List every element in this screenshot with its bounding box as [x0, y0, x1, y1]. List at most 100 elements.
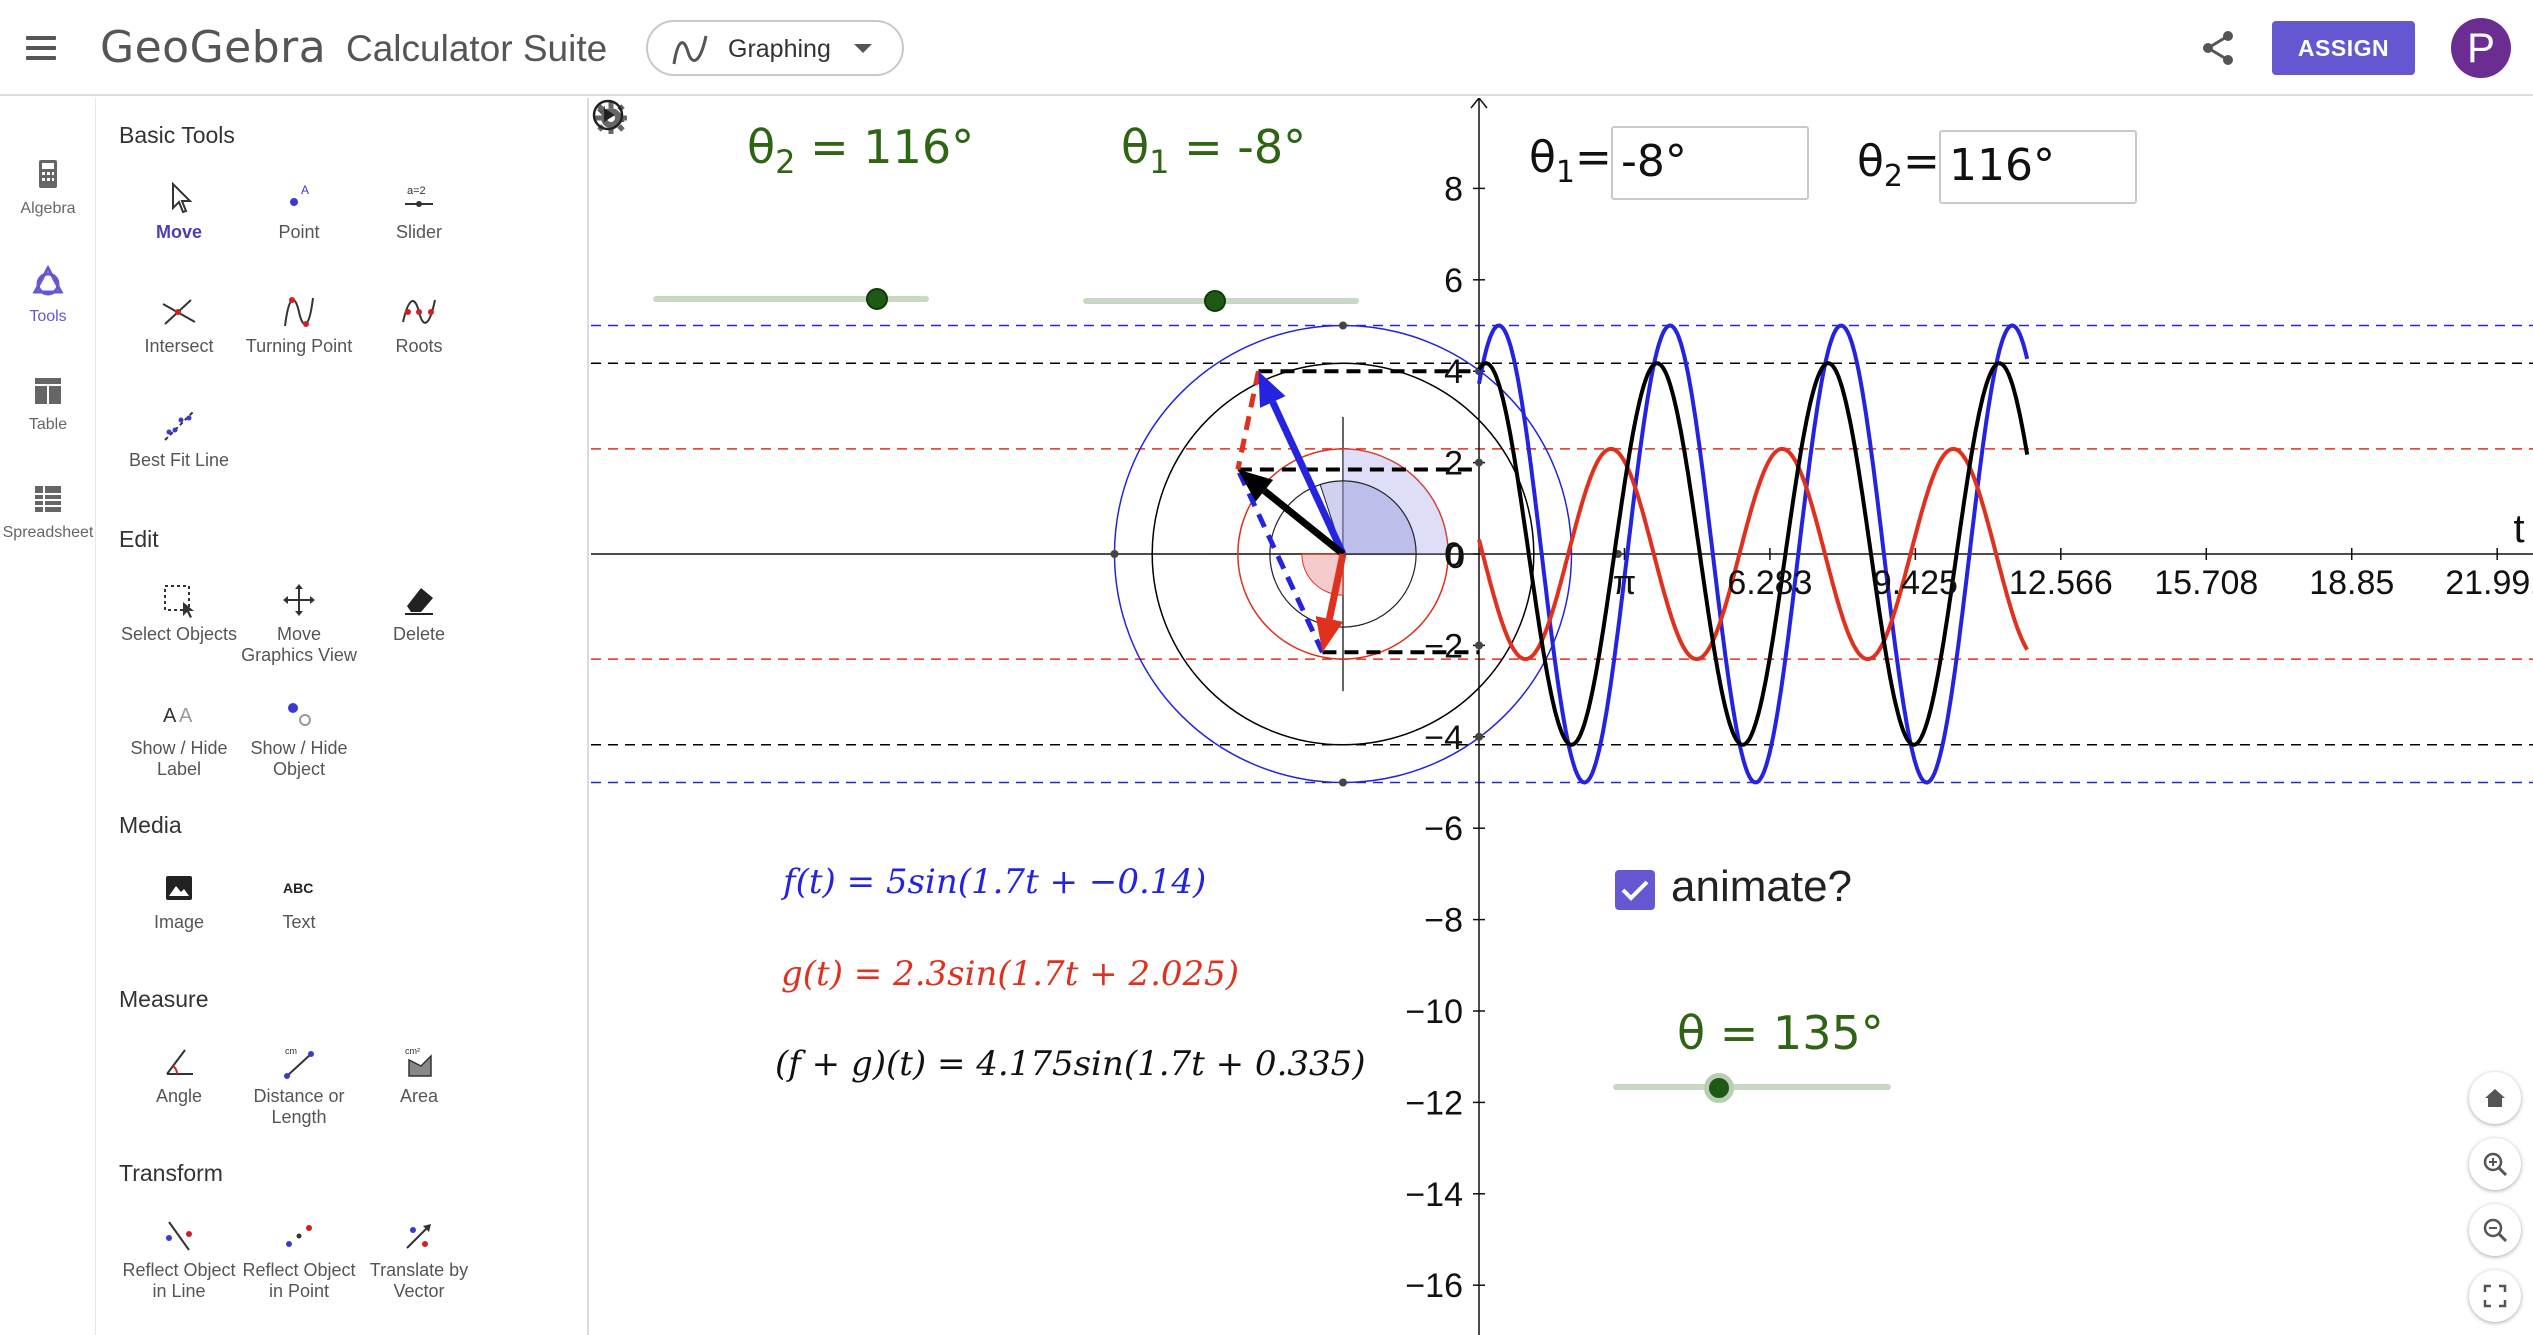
tool-reflect-in-line[interactable]: Reflect Object in Line [119, 1216, 239, 1302]
rail-item-spreadsheet[interactable]: Spreadsheet [0, 478, 96, 568]
slider-theta2-knob[interactable] [865, 288, 888, 310]
point [1339, 321, 1347, 330]
slider-theta2-subscript: 2 [775, 143, 796, 182]
rail-item-algebra[interactable]: Algebra [0, 154, 96, 244]
tool-slider[interactable]: a=2 Slider [359, 178, 479, 243]
graphics-view[interactable]: 8 6 4 2 0 −2 −4 −6 −8 −10 −12 −14 −16 π 6.283 9.425 12.5… [591, 98, 2533, 1335]
y-tick-label: −14 [1405, 1176, 1463, 1214]
input-theta1-symbol: θ [1529, 132, 1556, 183]
y-tick-label: −6 [1424, 810, 1463, 848]
fullscreen-icon [2483, 1284, 2507, 1308]
tool-intersect[interactable]: Intersect [119, 292, 239, 357]
tool-show-hide-label[interactable]: AA Show / Hide Label [119, 694, 239, 780]
tool-label: Roots [395, 336, 443, 356]
tool-label: Move [155, 222, 202, 242]
tool-turning-point[interactable]: Turning Point [239, 292, 359, 357]
home-view-button[interactable] [2469, 1072, 2521, 1124]
tools-panel: Basic Tools Move A Point a=2 Slider Inte… [97, 98, 669, 1335]
translated-g-vector [1235, 370, 1261, 470]
side-rail: Algebra Tools Table Spreadsheet [0, 98, 96, 1335]
y-tick-label: −10 [1405, 993, 1463, 1031]
move-arrows-icon [283, 584, 315, 616]
app-picker-dropdown[interactable]: Graphing [646, 20, 904, 76]
zoom-in-icon [2483, 1152, 2508, 1177]
eraser-icon [405, 588, 433, 615]
home-icon [2485, 1089, 2505, 1107]
geogebra-logo: GeoGebra [100, 22, 327, 73]
tool-best-fit-line[interactable]: Best Fit Line [119, 406, 239, 471]
zoom-in-button[interactable] [2469, 1138, 2521, 1190]
tool-distance-or-length[interactable]: cm Distance or Length [239, 1042, 359, 1128]
tool-translate-by-vector[interactable]: Translate by Vector [359, 1216, 479, 1302]
calculator-icon [39, 160, 57, 188]
x-tick-label: 18.85 [2309, 564, 2394, 602]
tool-reflect-in-point[interactable]: Reflect Object in Point [239, 1216, 359, 1302]
svg-text:a=2: a=2 [407, 185, 426, 197]
input-theta2-symbol: θ [1857, 136, 1884, 187]
slider-theta1-label: θ1 = -8° [1121, 120, 1306, 181]
point [1475, 458, 1483, 467]
tool-label: Angle [155, 1086, 203, 1106]
y-tick-label: −12 [1405, 1084, 1463, 1122]
graphing-icon [672, 35, 708, 65]
show-hide-object-icon [288, 703, 311, 726]
tool-delete[interactable]: Delete [359, 580, 479, 645]
section-title-edit: Edit [119, 526, 159, 552]
input-theta1-field[interactable]: -8° [1611, 126, 1809, 200]
svg-text:cm²: cm² [405, 1046, 420, 1056]
tool-image[interactable]: Image [119, 868, 239, 933]
tool-move-graphics-view[interactable]: Move Graphics View [239, 580, 359, 666]
y-tick-label: 2 [1444, 445, 1463, 483]
input-theta2-subscript: 2 [1883, 158, 1904, 194]
slider-theta2-track[interactable] [653, 296, 929, 302]
tool-select-objects[interactable]: Select Objects [119, 580, 239, 645]
app-header: GeoGebra Calculator Suite Graphing ASSIG… [0, 0, 2533, 96]
point [1475, 641, 1483, 650]
fullscreen-button[interactable] [2469, 1270, 2521, 1322]
y-tick-label: 6 [1444, 262, 1463, 300]
graphics-canvas[interactable]: 8 6 4 2 0 −2 −4 −6 −8 −10 −12 −14 −16 π 6.283 9.425 12.5… [591, 98, 2533, 1335]
user-avatar[interactable]: P [2451, 18, 2511, 78]
input-theta1-label: θ1= [1529, 132, 1612, 190]
tool-angle[interactable]: Angle [119, 1042, 239, 1107]
chevron-down-icon [854, 44, 872, 53]
assign-button[interactable]: ASSIGN [2272, 21, 2415, 75]
distance-icon: cm [284, 1046, 314, 1079]
hamburger-menu-icon[interactable] [26, 30, 56, 66]
point [1339, 778, 1347, 787]
input-theta2-equals: = [1903, 136, 1940, 187]
rail-label-table: Table [28, 416, 68, 433]
rail-item-tools[interactable]: Tools [0, 262, 96, 352]
slider-theta2-label: θ2 = 116° [747, 120, 974, 181]
slider-theta1-symbol: θ [1121, 120, 1150, 174]
tool-label: Show / Hide Label [130, 738, 228, 779]
tool-label: Reflect Object in Line [122, 1260, 236, 1301]
x-tick-label: 12.566 [2009, 564, 2113, 602]
tool-label: Reflect Object in Point [242, 1260, 356, 1301]
y-tick-label: −4 [1424, 719, 1463, 757]
tool-text[interactable]: ABC Text [239, 868, 359, 933]
tool-roots[interactable]: Roots [359, 292, 479, 357]
animate-checkbox[interactable] [1615, 870, 1655, 910]
slider-theta-track[interactable] [1613, 1084, 1891, 1090]
zoom-out-button[interactable] [2469, 1204, 2521, 1256]
app-picker-label: Graphing [728, 35, 831, 63]
tool-point[interactable]: A Point [239, 178, 359, 243]
vector-f-shaft [1269, 400, 1347, 556]
slider-icon: a=2 [405, 185, 433, 207]
input-theta2-field[interactable]: 116° [1939, 130, 2137, 204]
reflect-point-icon [286, 1225, 312, 1247]
share-icon[interactable] [2198, 28, 2238, 68]
reflect-line-icon [166, 1221, 192, 1251]
slider-theta2-value: = 116° [810, 120, 975, 174]
play-animation-icon[interactable] [591, 98, 625, 132]
slider-theta-knob[interactable] [1703, 1073, 1734, 1103]
x-tick-label: 21.991 [2445, 564, 2533, 602]
tool-move[interactable]: Move [119, 178, 239, 243]
label-aa-icon: AA [163, 705, 193, 727]
input-theta2-label: θ2= [1857, 136, 1940, 194]
tool-show-hide-object[interactable]: Show / Hide Object [239, 694, 359, 780]
rail-item-table[interactable]: Table [0, 370, 96, 460]
tool-area[interactable]: cm² Area [359, 1042, 479, 1107]
tool-label: Select Objects [120, 624, 238, 644]
